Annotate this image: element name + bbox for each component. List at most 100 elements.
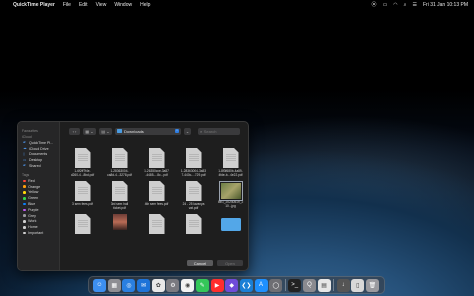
pdf-file-icon bbox=[148, 148, 165, 168]
chevron-updown-icon: ⌃ bbox=[175, 129, 179, 133]
file-item[interactable] bbox=[64, 214, 101, 247]
menu-view[interactable]: View bbox=[96, 2, 107, 8]
document-icon: ▯ bbox=[23, 151, 25, 156]
menu-edit[interactable]: Edit bbox=[79, 2, 88, 8]
tag-dot-icon bbox=[23, 191, 26, 194]
preview-icon[interactable]: ▤ bbox=[317, 278, 331, 292]
file-item[interactable]: IMG_20240519_2 10...jpg bbox=[212, 181, 248, 214]
menu-bar: QuickTime Player File Edit View Window H… bbox=[0, 0, 474, 9]
tag-dot-icon bbox=[23, 196, 26, 200]
finder-icon[interactable]: ☺ bbox=[93, 278, 106, 292]
file-item[interactable]: 4th sem fees.pdf bbox=[138, 181, 175, 214]
pdf-text-lines bbox=[77, 187, 88, 195]
file-item[interactable]: 1-6f2ff7f4e- d260-4...8bd.pdf bbox=[64, 148, 101, 181]
menu-help[interactable]: Help bbox=[140, 2, 150, 8]
file-item[interactable]: 1-8f3f680b-4a89- 4fde-b...4e22.pdf bbox=[212, 148, 248, 181]
trash-icon[interactable]: 🗑 bbox=[365, 278, 379, 292]
sidebar-tag-label: Blue bbox=[28, 202, 36, 207]
chrome-icon[interactable]: ◉ bbox=[181, 278, 195, 292]
back-forward-buttons[interactable]: ‹ › bbox=[69, 127, 80, 135]
document-icon[interactable]: ▯ bbox=[351, 278, 365, 292]
sidebar-tag-label: Orange bbox=[28, 184, 41, 189]
sidebar-tag-label: Grey bbox=[28, 213, 36, 218]
messages-icon[interactable]: ✎ bbox=[195, 278, 209, 292]
sidebar-tag-label: Yellow bbox=[28, 190, 39, 195]
status-menu-icon[interactable]: ⦿ bbox=[372, 1, 377, 8]
pdf-file-icon bbox=[148, 214, 165, 234]
file-item[interactable]: 1-28363004- ca8d-4...3278.pdf bbox=[101, 148, 138, 181]
file-item[interactable]: 3 sem fees.pdf bbox=[64, 181, 101, 214]
sidebar-tag-label: Work bbox=[28, 219, 37, 224]
sidebar-tag-label: Important bbox=[28, 231, 44, 236]
quicktime-icon[interactable]: Q bbox=[302, 278, 316, 292]
menubar-clock[interactable]: Fri 31 Jan 10:13 PM bbox=[423, 2, 468, 8]
pdf-file-icon bbox=[222, 148, 239, 168]
dialog-sidebar: Favourites iCloud ▰ QuickTime Pl... ☁ iClo… bbox=[18, 122, 60, 270]
search-menu-icon[interactable]: ⌕ bbox=[404, 2, 407, 8]
cancel-button[interactable]: Cancel bbox=[187, 260, 213, 266]
app-icon-purple[interactable]: ◆ bbox=[225, 278, 239, 292]
safari-icon[interactable]: ◎ bbox=[122, 278, 136, 292]
vscode-icon[interactable]: ❮❯ bbox=[239, 278, 253, 292]
battery-icon[interactable]: ▭ bbox=[383, 2, 388, 8]
tag-dot-icon bbox=[23, 214, 26, 217]
menu-file[interactable]: File bbox=[63, 2, 71, 8]
downloads-icon[interactable]: ↓ bbox=[336, 278, 350, 292]
sidebar-tag-label: Red bbox=[28, 178, 35, 183]
expand-button[interactable]: ⌄ bbox=[184, 127, 191, 135]
wifi-icon[interactable]: ◠ bbox=[393, 2, 397, 8]
file-item[interactable] bbox=[101, 214, 138, 247]
file-item[interactable] bbox=[212, 214, 248, 247]
sidebar-section-icloud: iCloud bbox=[22, 135, 32, 139]
folder-icon bbox=[117, 129, 122, 133]
file-item[interactable]: 1-26350cce-3a57 -4485-...8c...pdf bbox=[138, 148, 175, 181]
open-button[interactable]: Open bbox=[217, 260, 243, 266]
tag-list: Red Orange Yellow Green Blue Purple Grey Work Ho… bbox=[18, 178, 59, 236]
pdf-text-lines bbox=[114, 187, 125, 195]
file-name: 1-8f3f680b-4a89- 4fde-b...4e22.pdf bbox=[218, 169, 243, 177]
dock-separator bbox=[284, 279, 286, 291]
menu-window[interactable]: Window bbox=[114, 2, 132, 8]
control-center-icon[interactable]: ☰ bbox=[412, 2, 416, 8]
image-thumbnail bbox=[218, 181, 243, 201]
pdf-text-lines bbox=[188, 154, 199, 162]
file-item[interactable]: 24 - 25 lavanya vat.pdf bbox=[175, 181, 212, 214]
pdf-text-lines bbox=[225, 154, 236, 162]
youtube-icon[interactable]: ▶ bbox=[210, 278, 224, 292]
file-item[interactable] bbox=[138, 214, 175, 247]
location-popup[interactable]: Downloads ⌃ bbox=[115, 127, 181, 135]
settings-icon[interactable]: ⚙ bbox=[166, 278, 180, 292]
terminal-icon[interactable]: >_ bbox=[288, 278, 302, 292]
photos-icon[interactable]: ✿ bbox=[151, 278, 165, 292]
cloud-icon: ☁ bbox=[23, 146, 27, 151]
system-icon[interactable]: ◯ bbox=[269, 278, 283, 292]
sidebar-section-tags: Tags bbox=[22, 172, 30, 177]
menu-app-name[interactable]: QuickTime Player bbox=[13, 2, 55, 8]
sidebar-tag[interactable]: Important bbox=[18, 230, 59, 236]
search-field[interactable]: ⌕ bbox=[198, 127, 240, 135]
search-input[interactable] bbox=[203, 128, 234, 134]
pdf-text-lines bbox=[151, 187, 162, 195]
file-name: 1-26350cce-3a57 -4485-...8c...pdf bbox=[144, 169, 169, 177]
pdf-text-lines bbox=[151, 220, 162, 228]
sidebar-tag-label: Purple bbox=[28, 207, 39, 212]
tag-dot-icon bbox=[23, 185, 26, 188]
launchpad-icon[interactable]: ▦ bbox=[107, 278, 121, 292]
group-button[interactable]: ▤ ⌄ bbox=[99, 127, 112, 135]
tag-dot-icon bbox=[23, 231, 26, 235]
view-mode-button[interactable]: ▦ ⌄ bbox=[83, 127, 96, 135]
app-store-icon[interactable]: A bbox=[254, 278, 268, 292]
dock: ☺ ▦ ◎ ✉ ✿ ⚙ ◉ ✎ ▶ ◆ ❮❯ A ◯ >_ Q ▤ ↓ ▯ 🗑 bbox=[88, 276, 385, 294]
file-item[interactable] bbox=[175, 214, 212, 247]
dialog-toolbar: ‹ › ▦ ⌄ ▤ ⌄ Downloads ⌃ ⌄ ⌕ bbox=[60, 122, 248, 140]
file-name: 4th sem fees.pdf bbox=[144, 202, 169, 206]
pdf-text-lines bbox=[77, 154, 88, 162]
file-name: 1-28363004-3a53 7-440c-...729.pdf bbox=[180, 169, 207, 177]
mail-icon[interactable]: ✉ bbox=[137, 278, 151, 292]
file-item[interactable]: 1-28363004-3a53 7-440c-...729.pdf bbox=[175, 148, 212, 181]
pdf-text-lines bbox=[151, 154, 162, 162]
file-item[interactable]: 3rd sem hall ticket.pdf bbox=[101, 181, 138, 214]
sidebar-item-shared[interactable]: ▰ Shared bbox=[18, 163, 59, 169]
pdf-file-icon bbox=[148, 181, 165, 201]
tag-dot-icon bbox=[23, 225, 26, 229]
